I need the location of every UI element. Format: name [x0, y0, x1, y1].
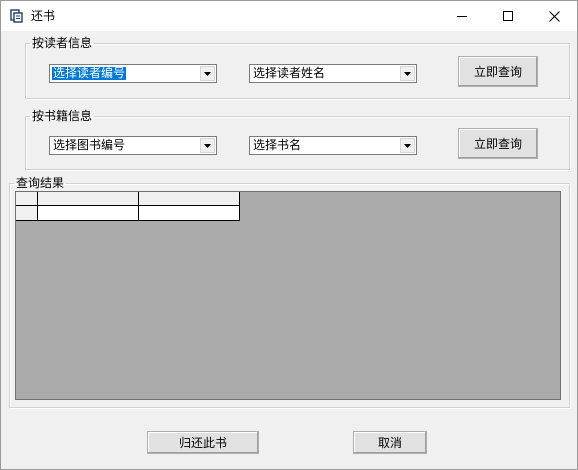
chevron-down-icon — [404, 143, 411, 148]
grid-data-cell[interactable] — [139, 206, 240, 221]
reader-info-legend: 按读者信息 — [32, 36, 93, 50]
close-icon — [548, 10, 560, 22]
grid-header-cell[interactable] — [139, 192, 240, 206]
chevron-down-icon — [204, 71, 211, 76]
minimize-icon — [457, 16, 467, 17]
chevron-down-icon — [204, 143, 211, 148]
return-book-button[interactable]: 归还此书 — [147, 431, 259, 454]
results-grid[interactable] — [15, 191, 561, 400]
dropdown-arrow-button[interactable] — [200, 66, 215, 81]
dropdown-arrow-button[interactable] — [400, 66, 415, 81]
maximize-button[interactable] — [485, 1, 531, 31]
window-client-area: 按读者信息 选择读者编号 选择读者姓名 立即查询 按书籍信息 选择图书编号 选择… — [1, 31, 577, 469]
title-bar[interactable]: 还书 — [1, 1, 577, 31]
reader-name-combo[interactable]: 选择读者姓名 — [249, 64, 417, 83]
grid-data-cell[interactable] — [38, 206, 139, 221]
book-id-combo[interactable]: 选择图书编号 — [49, 136, 217, 155]
return-book-window: 还书 按读者信息 选择读者编号 选择读者姓名 立即查询 按书籍信息 选择图书编号… — [0, 0, 578, 470]
book-app-icon — [10, 9, 23, 23]
book-name-combo-text: 选择书名 — [253, 138, 302, 152]
reader-id-combo-text: 选择读者编号 — [50, 66, 128, 81]
book-id-combo-text: 选择图书编号 — [53, 138, 126, 152]
maximize-icon — [503, 11, 513, 21]
book-name-combo[interactable]: 选择书名 — [249, 136, 417, 155]
book-info-legend: 按书籍信息 — [32, 109, 93, 123]
book-query-button[interactable]: 立即查询 — [458, 128, 538, 159]
grid-row-header-cell[interactable] — [16, 206, 38, 221]
cancel-button[interactable]: 取消 — [353, 431, 427, 454]
reader-name-combo-text: 选择读者姓名 — [253, 66, 326, 80]
reader-id-combo[interactable]: 选择读者编号 — [49, 64, 217, 83]
reader-query-button[interactable]: 立即查询 — [458, 56, 538, 87]
close-button[interactable] — [531, 1, 577, 31]
dropdown-arrow-button[interactable] — [400, 138, 415, 153]
dropdown-arrow-button[interactable] — [200, 138, 215, 153]
minimize-button[interactable] — [439, 1, 485, 31]
grid-header-cell[interactable] — [38, 192, 139, 206]
query-results-legend: 查询结果 — [16, 176, 65, 190]
chevron-down-icon — [404, 71, 411, 76]
window-title: 还书 — [31, 9, 56, 23]
grid-corner-cell — [16, 192, 38, 206]
